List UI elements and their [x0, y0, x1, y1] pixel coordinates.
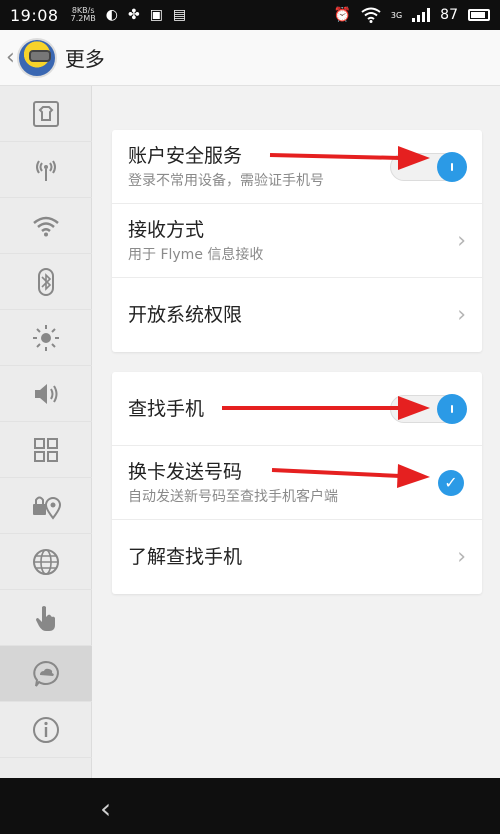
sidebar-item-personalize[interactable] [0, 86, 92, 142]
sidebar-item-gestures[interactable] [0, 590, 92, 646]
alarm-icon: ⏰ [333, 7, 351, 23]
sidebar-item-bluetooth[interactable] [0, 254, 92, 310]
receive-method-subtitle: 用于 Flyme 信息接收 [128, 246, 264, 263]
receive-method-title: 接收方式 [128, 218, 205, 241]
chevron-left-icon[interactable]: ‹ [6, 45, 15, 70]
system-permissions-row[interactable]: 开放系统权限 › [112, 278, 482, 352]
app-icon: ▤ [172, 7, 187, 23]
wechat-icon: ◐ [105, 7, 118, 23]
wifi-icon [33, 216, 59, 236]
account-security-toggle[interactable] [390, 151, 467, 182]
bluetooth-icon [38, 267, 54, 296]
touch-hand-icon [36, 605, 55, 631]
chevron-right-icon: › [457, 302, 466, 328]
receive-method-row[interactable]: 接收方式 用于 Flyme 信息接收 › [112, 204, 482, 278]
net-speed: 8KB/s 7.2MB [70, 6, 96, 23]
sidebar-item-wifi[interactable] [0, 198, 92, 254]
status-time: 19:08 [10, 5, 59, 25]
home-shirt-icon [33, 100, 59, 127]
sidebar-item-network[interactable] [0, 142, 92, 198]
page-title: 更多 [64, 47, 105, 71]
sim-change-row[interactable]: 换卡发送号码 自动发送新号码至查找手机客户端 ✓ [112, 446, 482, 520]
chevron-right-icon: › [457, 544, 466, 570]
antenna-icon [36, 159, 56, 181]
minion-avatar[interactable] [16, 37, 57, 78]
account-security-row[interactable]: 账户安全服务 登录不常用设备，需验证手机号 [112, 130, 482, 204]
pinwheel-icon: ✤ [127, 7, 140, 23]
sidebar-item-security-location[interactable] [0, 478, 92, 534]
sidebar-item-apps[interactable] [0, 422, 92, 478]
sim-change-subtitle: 自动发送新号码至查找手机客户端 [128, 488, 338, 505]
settings-sidebar [0, 86, 92, 778]
learn-find-phone-row[interactable]: 了解查找手机 › [112, 520, 482, 594]
signal-icon [412, 8, 431, 22]
find-phone-toggle[interactable] [390, 393, 467, 424]
globe-icon [33, 548, 59, 575]
sidebar-item-about[interactable] [0, 702, 92, 758]
sidebar-item-cloud-services[interactable] [0, 646, 92, 702]
wifi-icon [361, 7, 381, 23]
sim-change-checkbox[interactable]: ✓ [438, 469, 464, 496]
sim-change-title: 换卡发送号码 [128, 460, 243, 483]
status-bar: 19:08 8KB/s 7.2MB ◐ ✤ ▣ ▤ ⏰ 3G 87 [0, 0, 500, 30]
back-button-icon[interactable]: ‹ [100, 792, 111, 825]
cloud-chat-icon [33, 660, 59, 687]
info-icon [33, 716, 59, 743]
apps-grid-icon [34, 437, 58, 462]
chevron-right-icon: › [457, 228, 466, 253]
sidebar-item-language[interactable] [0, 534, 92, 590]
account-settings-card: 账户安全服务 登录不常用设备，需验证手机号 接收方式 用于 Flyme 信息接收… [112, 130, 482, 352]
find-phone-row[interactable]: 查找手机 [112, 372, 482, 446]
system-permissions-title: 开放系统权限 [128, 304, 243, 326]
navigation-bar: ‹ [0, 778, 500, 834]
network-type: 3G [390, 10, 403, 20]
battery-icon [468, 9, 490, 21]
battery-level: 87 [440, 7, 458, 23]
volume-icon [35, 383, 58, 404]
image-icon: ▣ [149, 7, 163, 23]
brightness-icon [33, 324, 59, 351]
find-phone-card: 查找手机 换卡发送号码 自动发送新号码至查找手机客户端 ✓ 了解查找手机 › [112, 372, 482, 594]
app-header: ‹ 更多 [0, 30, 500, 86]
learn-find-phone-title: 了解查找手机 [128, 546, 243, 568]
sidebar-item-sound[interactable] [0, 366, 92, 422]
sidebar-item-brightness[interactable] [0, 310, 92, 366]
lock-location-icon [33, 496, 61, 520]
